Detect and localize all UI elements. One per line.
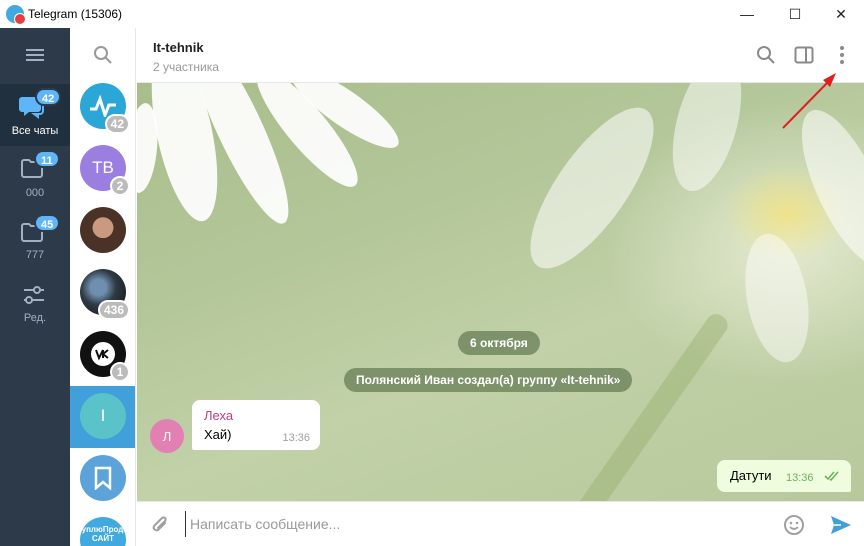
chat-row-saved-messages[interactable] (70, 448, 135, 510)
folder-label: Все чаты (11, 125, 59, 137)
avatar: I (80, 393, 126, 439)
send-button[interactable] (827, 512, 855, 538)
folder-label: 000 (25, 187, 45, 199)
folder-badge: 45 (34, 214, 61, 232)
title-bar: Telegram (15306) — ☐ ✕ (0, 0, 864, 28)
message-text: Хай) (204, 427, 232, 442)
bookmark-icon (94, 466, 112, 490)
search-chats-button[interactable] (70, 28, 135, 82)
unread-badge: 42 (104, 114, 130, 134)
chat-row[interactable]: 42 (70, 76, 135, 138)
chat-header: It-tehnik 2 участника (137, 28, 864, 83)
message-composer (137, 501, 864, 546)
toggle-sidebar-button[interactable] (791, 42, 817, 68)
search-icon (757, 46, 775, 64)
folder-all-chats[interactable]: 42 Все чаты (0, 84, 70, 146)
unread-badge: 436 (97, 300, 130, 320)
minimize-button[interactable]: — (724, 0, 770, 28)
emoji-button[interactable] (781, 512, 807, 538)
date-separator: 6 октября (458, 331, 540, 355)
unread-badge: 2 (110, 176, 130, 196)
search-in-chat-button[interactable] (753, 42, 779, 68)
hamburger-icon (26, 49, 44, 61)
folder-777[interactable]: 45 777 (0, 212, 70, 274)
folder-badge: 42 (35, 88, 62, 106)
chat-row-active[interactable]: I (70, 386, 135, 448)
avatar (80, 455, 126, 501)
paperclip-icon (152, 516, 167, 532)
avatar: #КуплюПродам САЙТ (80, 517, 126, 546)
more-vertical-icon (840, 46, 844, 64)
double-check-icon (824, 471, 839, 482)
folder-label: Ред. (23, 312, 47, 324)
chat-row[interactable] (70, 200, 135, 262)
sliders-icon (24, 286, 44, 304)
folder-000[interactable]: 11 000 (0, 148, 70, 210)
sender-avatar[interactable]: Л (150, 419, 184, 453)
chat-list: 42 TB 2 436 1 I #КуплюПродам САЙТ (70, 28, 136, 546)
close-button[interactable]: ✕ (818, 0, 864, 28)
message-time: 13:36 (786, 472, 814, 484)
search-icon (94, 46, 112, 64)
message-input[interactable] (185, 511, 765, 537)
incoming-message[interactable]: Леха Хай) 13:36 (192, 400, 320, 450)
message-time: 13:36 (282, 432, 310, 444)
window-title: Telegram (15306) (28, 7, 123, 21)
chat-row[interactable]: 1 (70, 324, 135, 386)
unread-badge: 1 (110, 362, 130, 382)
chat-members-count: 2 участника (153, 60, 219, 74)
attach-button[interactable] (147, 512, 173, 538)
folder-badge: 11 (34, 150, 60, 168)
outgoing-message[interactable]: Датути 13:36 (717, 460, 851, 492)
messages-area: 6 октября Полянский Иван создал(а) групп… (137, 83, 864, 501)
folders-sidebar: 42 Все чаты 11 000 45 777 Ред. (0, 28, 70, 546)
chat-title[interactable]: It-tehnik (153, 40, 204, 55)
send-icon (831, 516, 851, 534)
maximize-button[interactable]: ☐ (772, 0, 818, 28)
chat-row[interactable]: #КуплюПродам САЙТ (70, 510, 135, 546)
smile-icon (784, 515, 804, 535)
sidebar-panel-icon (794, 46, 814, 64)
telegram-logo-icon (6, 5, 26, 25)
folder-edit[interactable]: Ред. (0, 276, 70, 338)
message-sender[interactable]: Леха (204, 408, 233, 423)
service-message: Полянский Иван создал(а) группу «It-tehn… (344, 368, 633, 392)
chat-row[interactable]: 436 (70, 262, 135, 324)
more-options-button[interactable] (829, 42, 855, 68)
chat-row[interactable]: TB 2 (70, 138, 135, 200)
message-text: Датути (730, 468, 772, 483)
menu-button[interactable] (0, 28, 70, 82)
folder-label: 777 (25, 249, 45, 261)
avatar-photo (80, 207, 126, 253)
